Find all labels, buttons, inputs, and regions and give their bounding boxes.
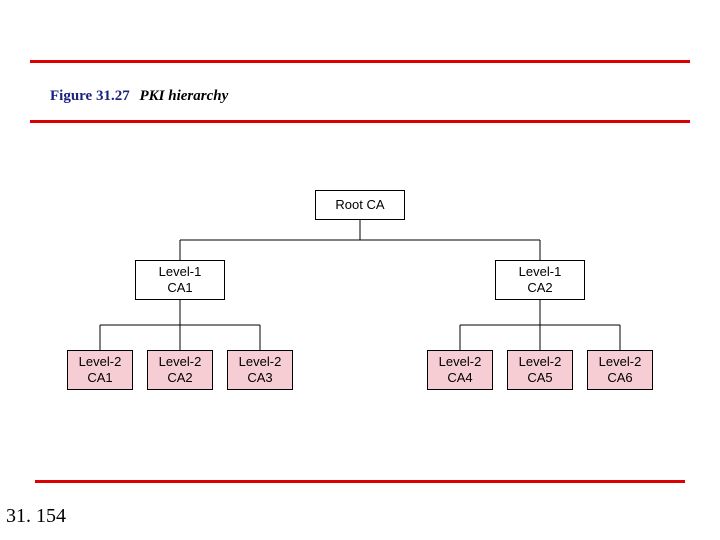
node-level2-ca3: Level-2 CA3 bbox=[227, 350, 293, 390]
node-label: Root CA bbox=[335, 197, 384, 213]
node-level2-ca5: Level-2 CA5 bbox=[507, 350, 573, 390]
figure-number: Figure 31.27 bbox=[50, 88, 130, 104]
node-label-line1: Level-1 bbox=[159, 264, 202, 280]
node-label-line1: Level-2 bbox=[439, 354, 482, 370]
node-root-ca: Root CA bbox=[315, 190, 405, 220]
node-label-line2: CA6 bbox=[607, 370, 632, 386]
node-level2-ca2: Level-2 CA2 bbox=[147, 350, 213, 390]
node-label-line2: CA2 bbox=[167, 370, 192, 386]
rule-mid bbox=[30, 120, 690, 123]
page-number: 31. 154 bbox=[6, 505, 66, 528]
node-level1-ca2: Level-1 CA2 bbox=[495, 260, 585, 300]
node-label-line1: Level-2 bbox=[159, 354, 202, 370]
node-label-line1: Level-2 bbox=[79, 354, 122, 370]
node-level1-ca1: Level-1 CA1 bbox=[135, 260, 225, 300]
node-label-line2: CA1 bbox=[167, 280, 192, 296]
node-label-line2: CA2 bbox=[527, 280, 552, 296]
node-label-line2: CA1 bbox=[87, 370, 112, 386]
node-label-line1: Level-2 bbox=[599, 354, 642, 370]
node-label-line1: Level-1 bbox=[519, 264, 562, 280]
hierarchy-diagram: Root CA Level-1 CA1 Level-1 CA2 Level-2 … bbox=[0, 160, 720, 460]
node-level2-ca4: Level-2 CA4 bbox=[427, 350, 493, 390]
node-level2-ca6: Level-2 CA6 bbox=[587, 350, 653, 390]
figure-title: PKI hierarchy bbox=[139, 88, 228, 104]
node-label-line1: Level-2 bbox=[239, 354, 282, 370]
node-level2-ca1: Level-2 CA1 bbox=[67, 350, 133, 390]
node-label-line2: CA3 bbox=[247, 370, 272, 386]
rule-top bbox=[30, 60, 690, 63]
node-label-line2: CA5 bbox=[527, 370, 552, 386]
node-label-line2: CA4 bbox=[447, 370, 472, 386]
figure-caption: Figure 31.27 PKI hierarchy bbox=[50, 88, 228, 105]
node-label-line1: Level-2 bbox=[519, 354, 562, 370]
rule-bottom bbox=[35, 480, 685, 483]
